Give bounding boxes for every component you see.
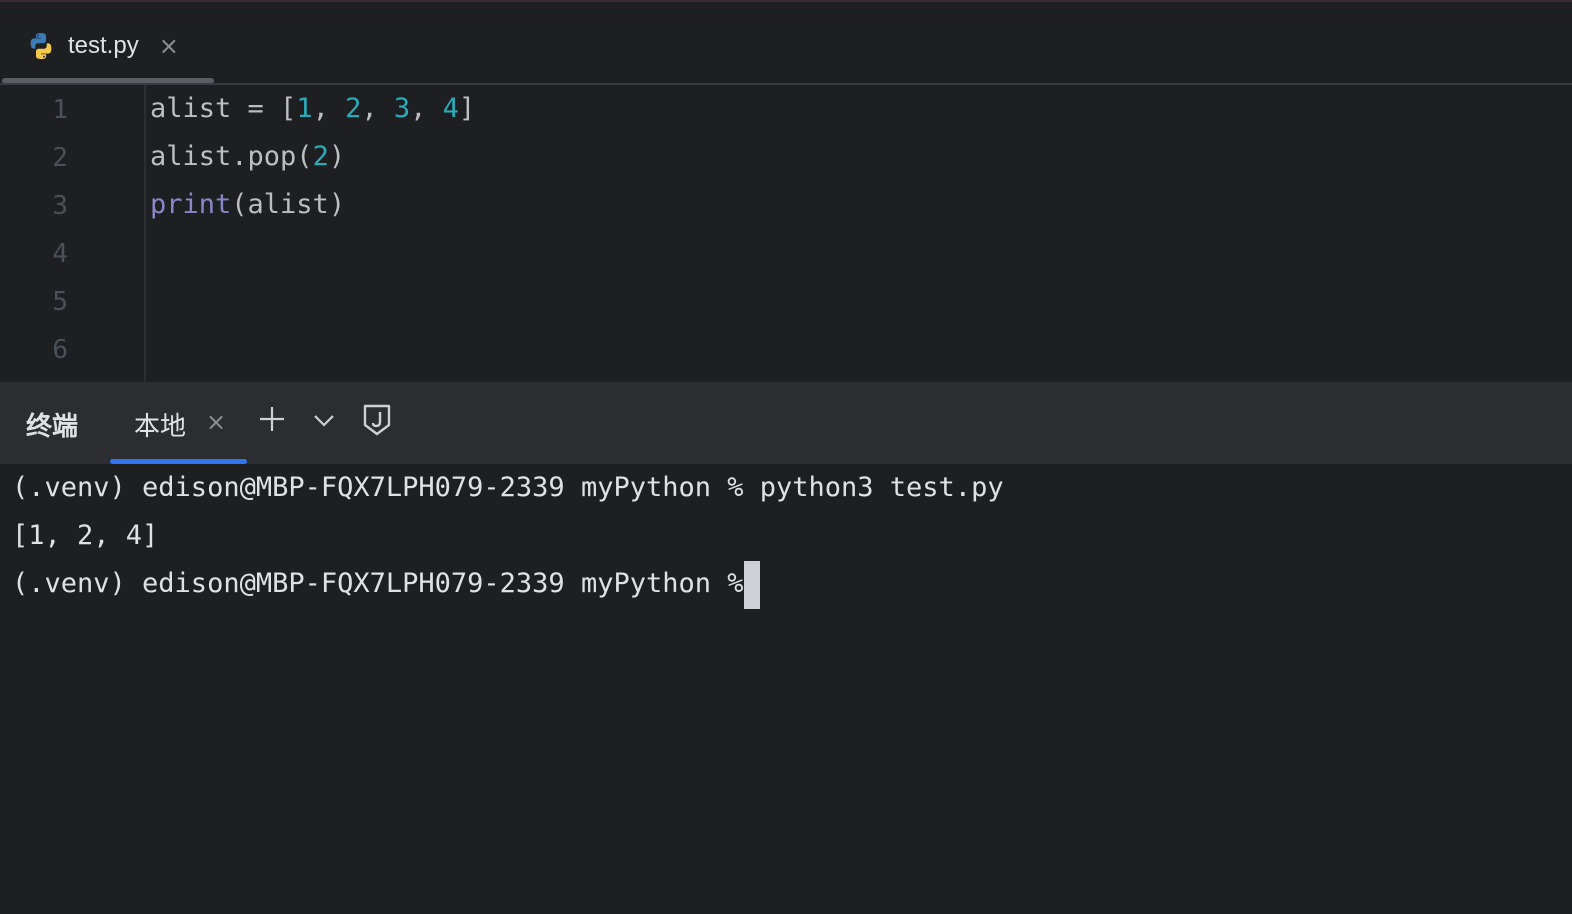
number-literal: 2 — [312, 141, 329, 172]
code-token: (alist) — [231, 189, 346, 220]
line-number: 5 — [52, 287, 68, 317]
code-line-3[interactable]: print(alist) — [150, 189, 345, 220]
code-token: , — [410, 93, 443, 124]
terminal-line: [1, 2, 4] — [12, 520, 159, 551]
line-number: 1 — [52, 95, 68, 125]
terminal-title: 终端 — [26, 412, 79, 442]
close-icon[interactable]: × — [206, 408, 226, 436]
code-token: , — [361, 93, 394, 124]
chevron-down-icon[interactable] — [312, 410, 336, 430]
code-token: alist.pop( — [150, 141, 313, 172]
code-token: alist = [ — [150, 93, 297, 124]
number-literal: 3 — [393, 93, 411, 124]
line-number: 2 — [52, 143, 68, 173]
editor-tab-label: test.py — [68, 32, 139, 59]
code-line-1[interactable]: alist = [1, 2, 3, 4] — [150, 93, 475, 124]
close-icon[interactable]: × — [159, 34, 179, 58]
code-token: ) — [328, 141, 346, 172]
builtin-keyword: print — [150, 189, 232, 220]
terminal-cursor — [744, 561, 760, 609]
line-number: 4 — [52, 239, 68, 269]
terminal-tab-local[interactable]: 本地 — [134, 406, 186, 443]
number-literal: 1 — [296, 93, 313, 124]
terminal-header: 终端 本地 × — [0, 382, 1572, 464]
shield-icon[interactable] — [362, 403, 392, 437]
code-token: ] — [458, 93, 476, 124]
terminal-line: (.venv) edison@MBP-FQX7LPH079-2339 myPyt… — [12, 472, 1004, 503]
terminal-prompt-line: (.venv) edison@MBP-FQX7LPH079-2339 myPyt… — [12, 568, 760, 599]
gutter-divider — [144, 85, 146, 382]
line-number: 3 — [52, 191, 68, 221]
number-literal: 2 — [345, 93, 362, 124]
line-number: 6 — [52, 335, 68, 365]
code-line-2[interactable]: alist.pop(2) — [150, 141, 345, 172]
number-literal: 4 — [442, 93, 459, 124]
code-token: , — [312, 93, 346, 124]
plus-icon[interactable] — [257, 404, 287, 434]
code-editor[interactable]: 1 2 3 4 5 6 alist = [1, 2, 3, 4] alist.p… — [0, 85, 1572, 382]
python-file-icon — [30, 33, 52, 59]
terminal-output[interactable]: (.venv) edison@MBP-FQX7LPH079-2339 myPyt… — [0, 464, 1572, 914]
editor-tab-bar: test.py × — [0, 2, 1572, 84]
editor-tab-test-py[interactable]: test.py × — [26, 26, 179, 66]
